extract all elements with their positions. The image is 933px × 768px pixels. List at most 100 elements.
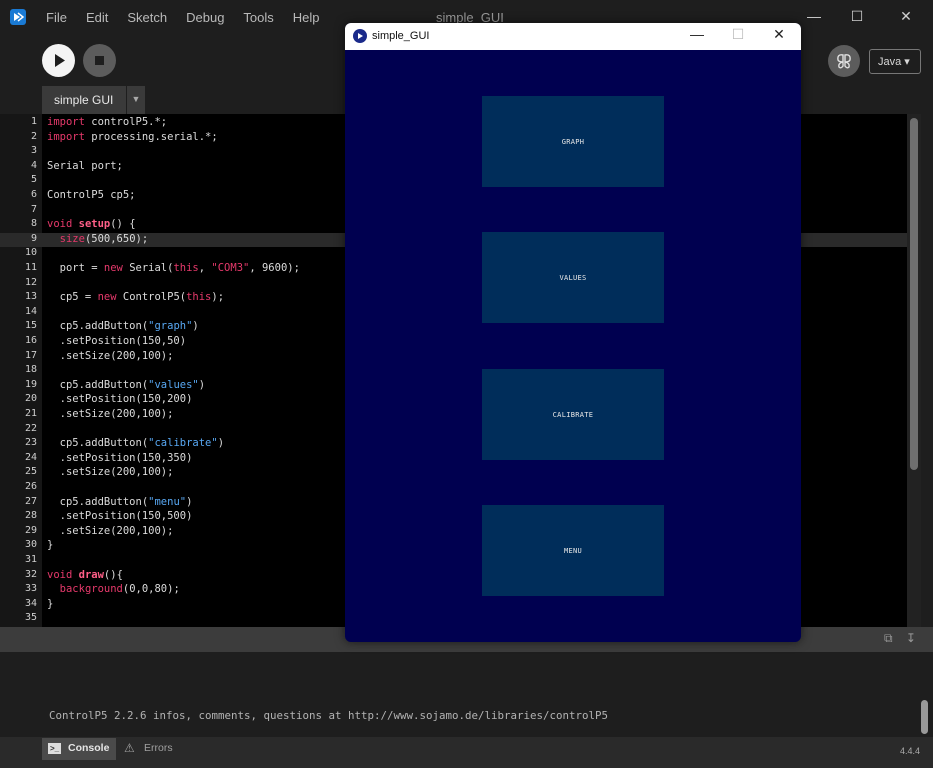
- maximize-icon[interactable]: ☐: [848, 8, 866, 26]
- run-button[interactable]: [42, 44, 75, 77]
- menu-help[interactable]: Help: [293, 10, 320, 25]
- sketch-maximize-icon: ☐: [731, 26, 745, 42]
- menu-tools[interactable]: Tools: [243, 10, 273, 25]
- graph-button[interactable]: GRAPH: [482, 96, 664, 187]
- line-number: 5: [30, 174, 37, 186]
- menu-file[interactable]: File: [46, 10, 67, 25]
- line-number: 7: [30, 203, 37, 215]
- menu-debug[interactable]: Debug: [186, 10, 224, 25]
- menu-button[interactable]: MENU: [482, 505, 664, 596]
- terminal-icon: >_: [48, 743, 61, 754]
- line-number: 35: [24, 612, 37, 624]
- line-number: 29: [24, 524, 37, 536]
- menu-sketch[interactable]: Sketch: [127, 10, 167, 25]
- code-text[interactable]: size(500,650);: [47, 233, 149, 245]
- line-number: 16: [24, 335, 37, 346]
- code-text[interactable]: .setSize(200,100);: [47, 350, 174, 362]
- code-text[interactable]: cp5 = new ControlP5(this);: [47, 291, 224, 303]
- code-text[interactable]: port = new Serial(this, "COM3", 9600);: [47, 262, 300, 274]
- line-number: 19: [24, 378, 37, 390]
- console-scrollbar-thumb[interactable]: [921, 700, 928, 734]
- code-text[interactable]: ControlP5 cp5;: [47, 189, 136, 201]
- code-text[interactable]: Serial port;: [47, 160, 123, 172]
- console-message: ControlP5 2.2.6 infos, comments, questio…: [49, 709, 609, 722]
- code-text[interactable]: void setup() {: [47, 218, 136, 230]
- line-number: 22: [24, 422, 37, 434]
- minimize-icon[interactable]: —: [805, 8, 823, 26]
- code-text[interactable]: }: [47, 539, 53, 551]
- code-text[interactable]: cp5.addButton("menu"): [47, 496, 193, 508]
- line-number: 32: [24, 568, 37, 580]
- line-number: 30: [24, 539, 37, 551]
- code-text[interactable]: .setSize(200,100);: [47, 466, 174, 478]
- code-text[interactable]: .setPosition(150,350): [47, 452, 193, 464]
- code-text[interactable]: import controlP5.*;: [47, 116, 167, 128]
- code-text[interactable]: }: [47, 598, 53, 610]
- console-toolbar: ⧉ ↧: [884, 631, 916, 646]
- line-number: 9: [30, 232, 37, 244]
- sketch-app-icon: [353, 29, 367, 43]
- play-icon: [55, 54, 65, 67]
- code-text[interactable]: .setPosition(150,500): [47, 510, 193, 522]
- copy-icon[interactable]: ⧉: [884, 631, 893, 645]
- errors-tab[interactable]: ⚠ Errors: [124, 741, 173, 755]
- close-icon[interactable]: ✕: [897, 8, 915, 26]
- clear-console-icon[interactable]: ↧: [906, 631, 916, 645]
- mode-selector[interactable]: Java ▾: [869, 49, 921, 74]
- line-number: 8: [30, 218, 37, 230]
- code-text[interactable]: .setSize(200,100);: [47, 525, 174, 537]
- debugger-button[interactable]: [828, 45, 860, 77]
- line-number: 25: [24, 466, 37, 478]
- console-area: [0, 652, 933, 737]
- stop-button[interactable]: [83, 44, 116, 77]
- sketch-window-title: simple_GUI: [372, 30, 430, 42]
- code-text[interactable]: .setPosition(150,200): [47, 393, 193, 405]
- line-number: 33: [24, 583, 37, 595]
- line-number: 31: [24, 554, 37, 565]
- line-number: 14: [24, 305, 37, 317]
- line-number: 2: [30, 130, 37, 142]
- line-number: 34: [24, 597, 37, 609]
- line-number: 18: [24, 364, 37, 376]
- line-number: 21: [24, 408, 37, 419]
- line-number: 15: [24, 320, 37, 332]
- line-number: 23: [24, 437, 37, 449]
- processing-app-icon: [10, 9, 26, 25]
- code-text[interactable]: background(0,0,80);: [47, 583, 180, 595]
- tab-menu-arrow[interactable]: ▼: [127, 86, 145, 114]
- values-button[interactable]: VALUES: [482, 232, 664, 323]
- sketch-minimize-icon[interactable]: —: [687, 26, 707, 46]
- line-number: 6: [30, 189, 37, 200]
- code-text[interactable]: import processing.serial.*;: [47, 131, 218, 143]
- line-number: 27: [24, 495, 37, 507]
- sketch-close-icon[interactable]: ✕: [769, 26, 789, 46]
- code-text[interactable]: .setSize(200,100);: [47, 408, 174, 420]
- line-number: 1: [30, 116, 37, 127]
- line-number: 12: [24, 276, 37, 288]
- console-tab-label: Console: [68, 742, 110, 754]
- calibrate-button[interactable]: CALIBRATE: [482, 369, 664, 460]
- warning-icon: ⚠: [124, 741, 135, 755]
- menu-edit[interactable]: Edit: [86, 10, 108, 25]
- code-text[interactable]: cp5.addButton("values"): [47, 379, 205, 391]
- line-number: 17: [24, 349, 37, 361]
- line-number: 11: [24, 262, 37, 273]
- console-tab[interactable]: >_ Console: [42, 738, 116, 760]
- version-label: 4.4.4: [900, 746, 921, 756]
- code-text[interactable]: .setPosition(150,50): [47, 335, 186, 347]
- line-number: 26: [24, 481, 37, 492]
- code-text[interactable]: void draw(){: [47, 569, 123, 581]
- sketch-window: simple_GUI — ☐ ✕ GRAPH VALUES CALIBRATE …: [345, 23, 801, 642]
- stop-icon: [95, 56, 104, 65]
- editor-scrollbar-thumb[interactable]: [910, 118, 918, 470]
- line-number: 3: [30, 145, 37, 157]
- code-text[interactable]: cp5.addButton("graph"): [47, 320, 199, 332]
- line-number: 24: [24, 451, 37, 463]
- errors-tab-label: Errors: [144, 742, 173, 754]
- code-text[interactable]: cp5.addButton("calibrate"): [47, 437, 224, 449]
- line-number: 13: [24, 291, 37, 303]
- line-number: 10: [24, 247, 37, 259]
- line-number: 28: [24, 510, 37, 522]
- tab-simple-gui[interactable]: simple GUI: [42, 86, 126, 114]
- menu-bar: File Edit Sketch Debug Tools Help: [46, 10, 339, 25]
